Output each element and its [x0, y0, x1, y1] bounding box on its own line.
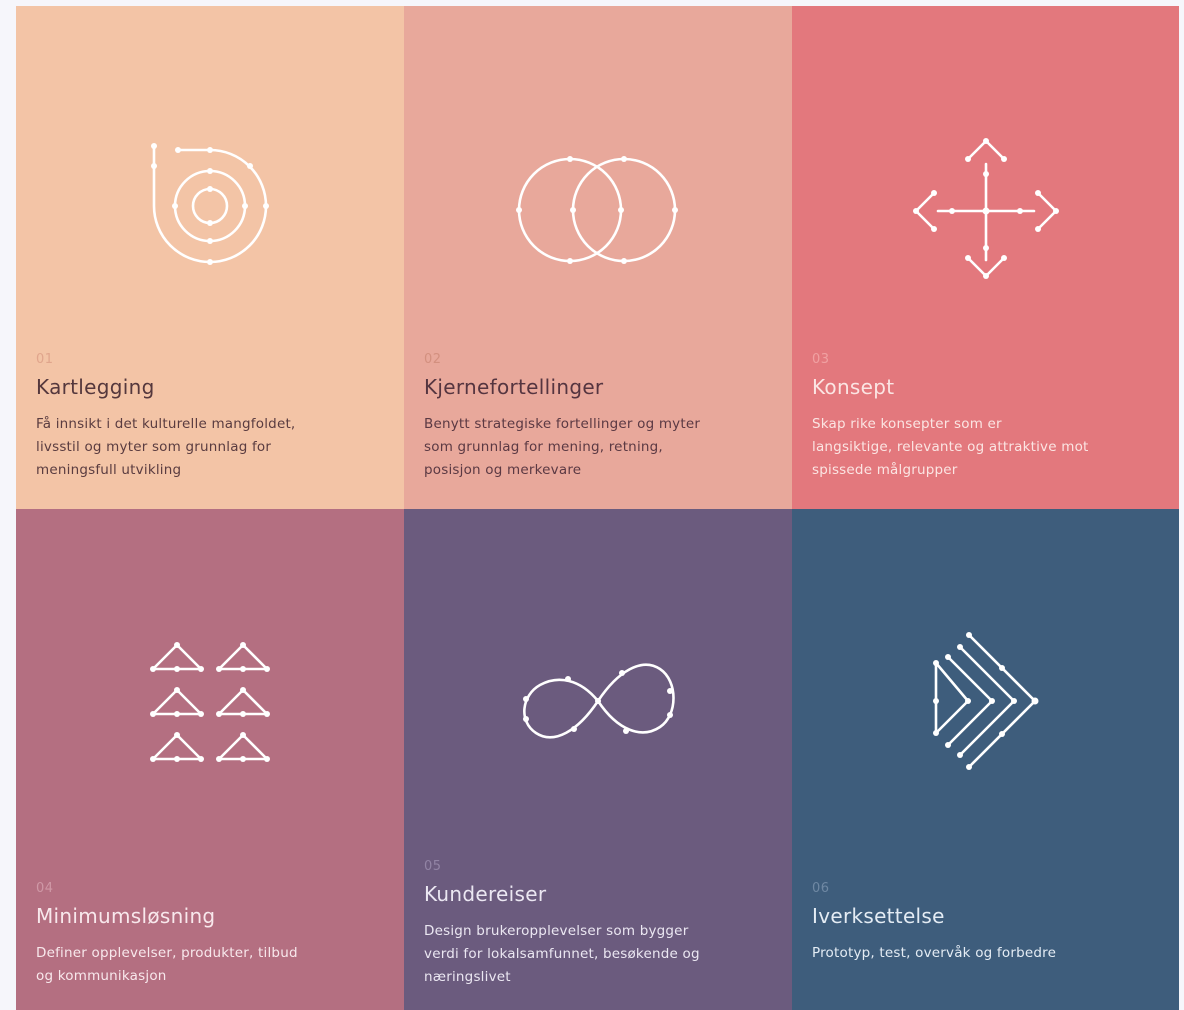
card-iverksettelse[interactable]: 06 Iverksettelse Prototyp, test, overvåk… — [792, 509, 1179, 1010]
step-description: Definer opplevelser, produkter, tilbud o… — [36, 945, 298, 984]
infinity-icon — [494, 621, 702, 801]
card-text: 01 Kartlegging Få innsikt i det kulturel… — [36, 352, 336, 482]
step-title: Kjernefortellinger — [424, 375, 604, 399]
step-title: Minimumsløsning — [36, 904, 216, 928]
card-kundereiser[interactable]: 05 Kundereiser Design brukeropplevelser … — [404, 509, 792, 1010]
process-grid: 01 Kartlegging Få innsikt i det kulturel… — [16, 6, 1179, 1010]
step-number: 06 — [812, 881, 830, 896]
step-number: 02 — [424, 352, 442, 367]
overlapping-circles-icon — [494, 116, 702, 296]
card-kartlegging[interactable]: 01 Kartlegging Få innsikt i det kulturel… — [16, 6, 404, 509]
card-konsept[interactable]: 03 Konsept Skap rike konsepter som er la… — [792, 6, 1179, 509]
step-number: 03 — [812, 352, 830, 367]
chevrons-forward-icon — [882, 621, 1090, 801]
card-text: 03 Konsept Skap rike konsepter som er la… — [812, 352, 1112, 482]
step-title: Kartlegging — [36, 375, 155, 399]
card-kjernefortellinger[interactable]: 02 Kjernefortellinger Benytt strategiske… — [404, 6, 792, 509]
step-number: 05 — [424, 859, 442, 874]
step-title: Iverksettelse — [812, 904, 945, 928]
step-description: Skap rike konsepter som er langsiktige, … — [812, 416, 1089, 478]
step-description: Design brukeropplevelser som bygger verd… — [424, 923, 700, 985]
card-minimumslosning[interactable]: 04 Minimumsløsning Definer opplevelser, … — [16, 509, 404, 1010]
step-description: Få innsikt i det kulturelle mangfoldet, … — [36, 416, 296, 478]
triangles-grid-icon — [106, 621, 314, 801]
card-text: 05 Kundereiser Design brukeropplevelser … — [424, 859, 724, 989]
step-number: 01 — [36, 352, 54, 367]
card-text: 06 Iverksettelse Prototyp, test, overvåk… — [812, 881, 1112, 965]
step-title: Konsept — [812, 375, 895, 399]
step-description: Prototyp, test, overvåk og forbedre — [812, 945, 1057, 961]
step-title: Kundereiser — [424, 882, 547, 906]
card-text: 02 Kjernefortellinger Benytt strategiske… — [424, 352, 724, 482]
concentric-spiral-icon — [106, 116, 314, 296]
four-way-arrows-icon — [882, 116, 1090, 296]
step-number: 04 — [36, 881, 54, 896]
card-text: 04 Minimumsløsning Definer opplevelser, … — [36, 881, 336, 988]
step-description: Benytt strategiske fortellinger og myter… — [424, 416, 701, 478]
